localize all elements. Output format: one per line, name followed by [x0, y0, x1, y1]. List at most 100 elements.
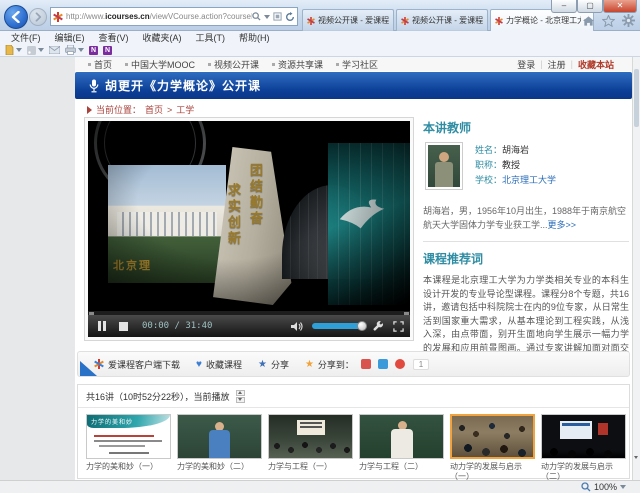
breadcrumb-label: 当前位置：: [96, 103, 141, 116]
teacher-card: 姓名：胡海岩 职称：教授 学校：北京理工大学: [423, 142, 629, 194]
weibo-share-icon[interactable]: [361, 359, 371, 369]
sitenav-community[interactable]: 学习社区: [336, 58, 378, 71]
lecture-thumbnail[interactable]: [177, 414, 262, 459]
login-link[interactable]: 登录: [517, 58, 535, 71]
video-display[interactable]: 北京理 团结勤奋 求实创新: [88, 121, 410, 310]
scrollbar-down-icon[interactable]: [634, 459, 638, 477]
qzone-share-icon[interactable]: [378, 359, 388, 369]
playlist-item[interactable]: 力学的美和妙 力学的美和妙（一）: [86, 414, 171, 482]
favorites-star-icon[interactable]: [602, 15, 615, 27]
divider: |: [540, 59, 542, 69]
scroll-down-button[interactable]: [236, 397, 245, 403]
scroll-up-button[interactable]: [236, 390, 245, 396]
teacher-info: 姓名：胡海岩 职称：教授 学校：北京理工大学: [475, 143, 556, 188]
pause-button[interactable]: [98, 321, 106, 331]
page-menu-button[interactable]: [5, 45, 22, 55]
page-viewport: 首页 中国大学MOOC 视频公开课 资源共享课 学习社区 登录| 注册| 收藏本…: [0, 57, 640, 480]
sitenav-open-video[interactable]: 视频公开课: [208, 58, 259, 71]
volume-slider[interactable]: [312, 323, 364, 329]
lecture-thumbnail[interactable]: [541, 414, 626, 459]
divider: [423, 241, 629, 242]
search-icon[interactable]: [252, 12, 261, 21]
up-arrow-icon: [238, 391, 242, 394]
slide-logo: [598, 423, 608, 435]
playlist-item-current[interactable]: 动力学的发展与启示（一）: [450, 414, 535, 482]
register-link[interactable]: 注册: [548, 58, 566, 71]
lecture-thumbnail[interactable]: 力学的美和妙: [86, 414, 171, 459]
menu-file[interactable]: 文件(F): [4, 31, 48, 44]
teacher-heading: 本讲教师: [423, 119, 629, 136]
onenote-send-icon[interactable]: N: [89, 46, 98, 55]
fullscreen-icon[interactable]: [393, 321, 404, 332]
scrollbar-thumb[interactable]: [634, 69, 639, 127]
school-link[interactable]: 北京理工大学: [502, 175, 556, 185]
close-button[interactable]: ✕: [603, 0, 637, 13]
player-controls: 00:00 / 31:40: [88, 315, 410, 337]
zoom-control[interactable]: 100%: [581, 482, 626, 492]
teacher-photo: [425, 142, 463, 190]
playlist-panel: 共16讲（10时52分22秒），当前播放 力学的美和妙 力学的美和妙（一）: [77, 384, 630, 479]
client-download-button[interactable]: 爱课程客户端下载: [94, 358, 180, 371]
bullet-icon: [336, 63, 339, 66]
breadcrumb-category-link[interactable]: 工学: [176, 103, 194, 116]
lecture-thumbnail[interactable]: [359, 414, 444, 459]
onenote-linked-notes-icon[interactable]: N: [103, 46, 112, 55]
tab-favicon: [495, 17, 503, 25]
site-nav: 首页 中国大学MOOC 视频公开课 资源共享课 学习社区 登录| 注册| 收藏本…: [75, 57, 632, 71]
feeds-button[interactable]: [27, 46, 44, 55]
more-link[interactable]: 更多>>: [548, 220, 577, 230]
lecture-thumbnail-active[interactable]: [450, 414, 535, 459]
renren-share-icon[interactable]: [395, 359, 405, 369]
maximize-button[interactable]: ▢: [577, 0, 603, 13]
playlist-item[interactable]: 力学与工程（一）: [268, 414, 353, 482]
site-favicon: [53, 12, 63, 22]
url-dropdown-icon[interactable]: [264, 15, 270, 19]
tab-label: 视频公开课 - 爱课程: [412, 15, 483, 26]
volume-icon[interactable]: [291, 321, 303, 332]
playlist-item[interactable]: 力学与工程（二）: [359, 414, 444, 482]
browser-window: http://www.icourses.cn/viewVCourse.actio…: [0, 0, 640, 493]
tab-video-open-course-1[interactable]: 视频公开课 - 爱课程: [302, 9, 394, 31]
sitenav-shared-resources[interactable]: 资源共享课: [272, 58, 323, 71]
lecture-caption: 动力学的发展与启示（一）: [450, 462, 535, 482]
volume-knob[interactable]: [357, 321, 367, 331]
audience-figures: [452, 416, 533, 457]
share-toolbar: 爱课程客户端下载 ♥ 收藏课程 ★ 分享 ★ 分享到： 1: [77, 351, 630, 377]
share-button[interactable]: ★ 分享: [258, 358, 289, 371]
share-to-star-icon: ★: [305, 359, 314, 370]
forward-button[interactable]: [29, 8, 47, 26]
settings-gear-icon[interactable]: [622, 14, 635, 27]
menu-favorites[interactable]: 收藏夹(A): [136, 31, 189, 44]
course-banner: 胡更开《力学概论》公开课: [75, 72, 632, 99]
compatibility-view-icon[interactable]: [273, 12, 282, 21]
settings-wrench-icon[interactable]: [373, 321, 384, 332]
playlist-item[interactable]: 动力学的发展与启示（二）: [541, 414, 626, 482]
sitenav-mooc[interactable]: 中国大学MOOC: [125, 58, 195, 71]
breadcrumb-home-link[interactable]: 首页: [145, 103, 163, 116]
back-button[interactable]: [4, 5, 28, 29]
menu-view[interactable]: 查看(V): [92, 31, 136, 44]
lecture-thumbnail[interactable]: [268, 414, 353, 459]
menu-tools[interactable]: 工具(T): [189, 31, 233, 44]
refresh-icon[interactable]: [285, 12, 295, 22]
address-bar[interactable]: http://www.icourses.cn/viewVCourse.actio…: [50, 7, 298, 26]
playlist-item[interactable]: 力学的美和妙（二）: [177, 414, 262, 482]
stop-button[interactable]: [119, 322, 128, 331]
playlist-summary: 共16讲（10时52分22秒），当前播放: [86, 390, 230, 403]
favorite-course-button[interactable]: ♥ 收藏课程: [196, 358, 242, 371]
tab-video-open-course-2[interactable]: 视频公开课 - 爱课程: [396, 9, 488, 31]
print-button[interactable]: [65, 45, 84, 55]
favorite-site-link[interactable]: 收藏本站: [578, 58, 614, 71]
zoom-level: 100%: [594, 482, 617, 492]
menu-help[interactable]: 帮助(H): [232, 31, 277, 44]
page-content: 首页 中国大学MOOC 视频公开课 资源共享课 学习社区 登录| 注册| 收藏本…: [75, 57, 632, 480]
url-text: http://www.icourses.cn/viewVCourse.actio…: [66, 12, 252, 21]
page-scrollbar[interactable]: [632, 57, 640, 480]
read-mail-button[interactable]: [49, 46, 60, 54]
back-arrow-icon: [10, 11, 22, 23]
minimize-button[interactable]: –: [551, 0, 577, 13]
home-icon[interactable]: [582, 15, 595, 27]
tab-label: 力学概论 - 北京理工大...: [506, 15, 581, 26]
menu-edit[interactable]: 编辑(E): [48, 31, 92, 44]
sitenav-home[interactable]: 首页: [88, 58, 112, 71]
